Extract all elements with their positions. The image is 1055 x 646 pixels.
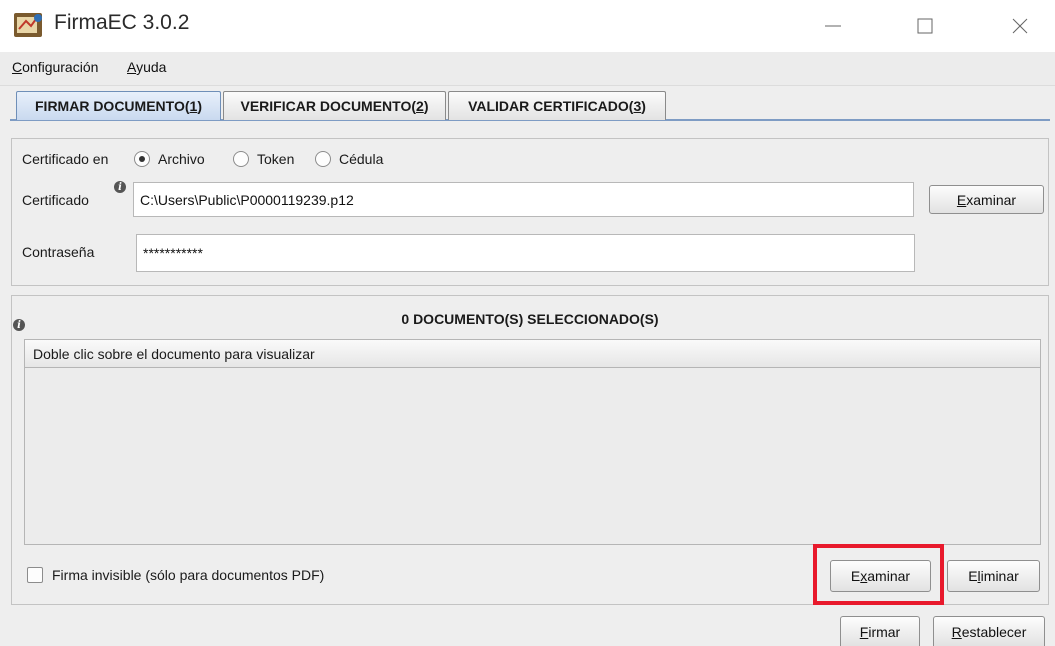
menu-label: onfiguración [22, 59, 99, 75]
tab-validar-certificado[interactable]: VALIDAR CERTIFICADO (3) [448, 91, 666, 120]
menu-label: yuda [136, 59, 167, 75]
radio-archivo[interactable] [134, 151, 150, 167]
certificado-en-label: Certificado en [22, 151, 109, 167]
certificado-label: Certificado [22, 192, 89, 208]
close-icon [1012, 18, 1028, 34]
tab-label: FIRMAR DOCUMENTO [35, 98, 185, 114]
radio-archivo-label: Archivo [158, 151, 205, 167]
eliminar-button[interactable]: El iminar [947, 560, 1040, 592]
app-logo-icon [12, 9, 46, 39]
tab-verificar-documento[interactable]: VERIFICAR DOCUMENTO (2) [223, 91, 446, 120]
tab-firmar-documento[interactable]: FIRMAR DOCUMENTO (1) [16, 91, 221, 120]
maximize-button[interactable] [900, 6, 950, 46]
menu-mnemonic: A [127, 59, 137, 75]
minimize-icon [825, 25, 841, 27]
firma-invisible-checkbox[interactable] [27, 567, 43, 583]
radio-cedula-label: Cédula [339, 151, 384, 167]
tab-label: VALIDAR CERTIFICADO [468, 98, 629, 114]
certificado-path-input[interactable] [133, 182, 914, 217]
contrasena-input[interactable] [136, 234, 915, 272]
window-title: FirmaEC 3.0.2 [54, 11, 190, 34]
radio-cedula[interactable] [315, 151, 331, 167]
menu-ayuda[interactable]: Ayuda [127, 59, 166, 75]
minimize-button[interactable] [808, 6, 858, 46]
button-label-prefix: E [968, 568, 978, 584]
button-mnemonic: R [951, 623, 962, 640]
button-mnemonic: E [956, 191, 967, 208]
restablecer-button[interactable]: Restablecer [933, 616, 1045, 646]
tab-mnemonic: 1 [189, 98, 198, 114]
highlight-annotation [813, 544, 944, 605]
radio-token-label: Token [257, 151, 295, 167]
info-icon[interactable]: i [114, 181, 126, 193]
menu-configuracion[interactable]: Configuración [12, 59, 98, 75]
maximize-icon [917, 18, 933, 34]
documents-count-title: 0 DOCUMENTO(S) SELECCIONADO(S) [401, 311, 659, 327]
radio-token[interactable] [233, 151, 249, 167]
tab-mnemonic: 2 [416, 98, 424, 114]
button-label: xaminar [966, 191, 1017, 208]
button-label: irmar [868, 623, 901, 640]
documents-table[interactable] [24, 339, 1041, 545]
close-button[interactable] [995, 6, 1045, 46]
tab-mnemonic: 3 [633, 98, 642, 114]
examinar-certificado-button[interactable]: Examinar [929, 185, 1044, 214]
button-label: establecer [961, 623, 1027, 640]
tab-label: VERIFICAR DOCUMENTO [240, 98, 412, 114]
contrasena-label: Contraseña [22, 244, 95, 260]
button-mnemonic: F [859, 623, 869, 640]
firma-invisible-label: Firma invisible (sólo para documentos PD… [52, 567, 325, 583]
firmar-button[interactable]: Firmar [840, 616, 920, 646]
menu-mnemonic: C [12, 59, 23, 75]
documents-table-header: Doble clic sobre el documento para visua… [25, 340, 1040, 368]
button-label: iminar [980, 568, 1019, 584]
